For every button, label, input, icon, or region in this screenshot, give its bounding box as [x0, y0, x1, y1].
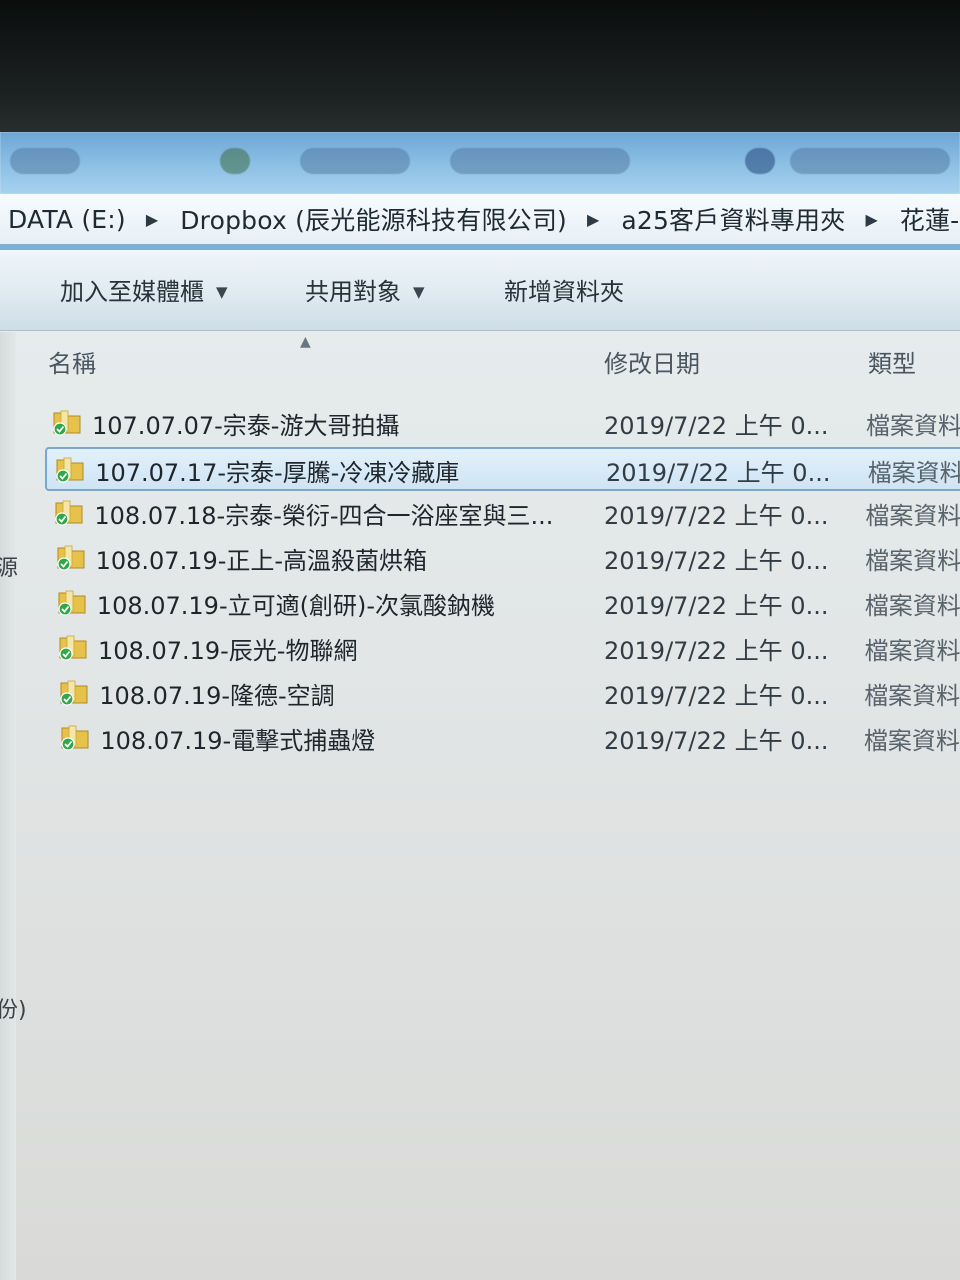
column-header-type[interactable]: 類型: [868, 344, 916, 379]
file-list: ▲ 名稱 修改日期 類型 107.07.07-宗泰-游大哥拍攝 2019/7/22…: [16, 332, 960, 1280]
title-bar: [0, 132, 960, 194]
dropbox-synced-folder-icon: [56, 457, 84, 483]
breadcrumb-chevron-right-icon[interactable]: ▶: [573, 210, 613, 229]
title-bar-blur: [10, 148, 80, 174]
navigation-pane-edge[interactable]: 源 份): [0, 332, 27, 1280]
title-bar-blur: [300, 148, 410, 174]
title-bar-blur: [450, 148, 630, 174]
new-folder-label: 新增資料夾: [504, 278, 624, 306]
dropbox-synced-folder-icon: [58, 590, 86, 616]
sort-ascending-icon: ▲: [300, 334, 311, 350]
share-with-button[interactable]: 共用對象 ▼: [305, 272, 425, 307]
file-type: 檔案資料: [865, 502, 960, 530]
file-date-modified: 2019/7/22 上午 0...: [603, 547, 829, 575]
dropbox-synced-folder-icon: [60, 680, 88, 706]
file-type: 檔案資料: [866, 412, 960, 440]
file-row[interactable]: 108.07.19-正上-高溫殺菌烘箱 2019/7/22 上午 0... 檔案資料: [48, 537, 960, 579]
file-name: 108.07.19-隆德-空調: [99, 682, 335, 710]
file-type: 檔案資料: [864, 637, 960, 665]
add-to-library-button[interactable]: 加入至媒體櫃 ▼: [60, 272, 228, 307]
command-bar: 加入至媒體櫃 ▼ 共用對象 ▼ 新增資料夾: [0, 250, 960, 331]
address-bar[interactable]: DATA (E:) ▶ Dropbox (辰光能源科技有限公司) ▶ a25客戶…: [0, 194, 960, 250]
breadcrumb-chevron-right-icon[interactable]: ▶: [132, 210, 172, 229]
file-date-modified: 2019/7/22 上午 0...: [603, 727, 829, 755]
file-name: 108.07.19-立可適(創研)-次氯酸鈉機: [96, 592, 495, 620]
file-explorer-window: DATA (E:) ▶ Dropbox (辰光能源科技有限公司) ▶ a25客戶…: [0, 132, 960, 1280]
column-header-name[interactable]: 名稱: [48, 344, 96, 379]
file-date-modified: 2019/7/22 上午 0...: [603, 592, 829, 620]
dropbox-synced-folder-icon: [61, 725, 89, 751]
file-type: 檔案資料: [864, 682, 960, 710]
column-header-date-modified[interactable]: 修改日期: [604, 344, 700, 379]
title-bar-blur: [790, 148, 950, 174]
share-with-label: 共用對象: [305, 278, 401, 306]
breadcrumb-client-folder[interactable]: a25客戶資料專用夾: [613, 201, 851, 237]
file-name: 107.07.17-宗泰-厚騰-冷凍冷藏庫: [95, 459, 460, 487]
dropbox-synced-folder-icon: [53, 410, 81, 436]
file-type: 檔案資料: [863, 727, 960, 755]
file-row[interactable]: 107.07.07-宗泰-游大哥拍攝 2019/7/22 上午 0... 檔案資料: [44, 402, 960, 444]
title-bar-blur: [220, 148, 250, 174]
new-folder-button[interactable]: 新增資料夾: [504, 272, 624, 307]
breadcrumb-chevron-right-icon[interactable]: ▶: [851, 210, 891, 229]
file-date-modified: 2019/7/22 上午 0...: [605, 459, 831, 487]
file-name: 108.07.19-電擊式捕蟲燈: [100, 727, 376, 755]
dropbox-synced-folder-icon: [55, 500, 83, 526]
file-row[interactable]: 108.07.18-宗泰-榮衍-四合一浴座室與三... 2019/7/22 上午 …: [46, 492, 960, 534]
monitor-bezel: [0, 0, 960, 140]
breadcrumb-dropbox[interactable]: Dropbox (辰光能源科技有限公司): [172, 201, 573, 237]
file-name: 108.07.18-宗泰-榮衍-四合一浴座室與三...: [94, 502, 554, 530]
file-name: 108.07.19-辰光-物聯網: [98, 637, 358, 665]
chevron-down-icon: ▼: [216, 283, 228, 301]
file-row[interactable]: 108.07.19-辰光-物聯網 2019/7/22 上午 0... 檔案資料: [50, 627, 960, 669]
file-type: 檔案資料: [864, 592, 960, 620]
file-date-modified: 2019/7/22 上午 0...: [604, 412, 829, 440]
file-name: 107.07.07-宗泰-游大哥拍攝: [92, 412, 400, 440]
breadcrumb-drive[interactable]: DATA (E:): [0, 205, 132, 234]
chevron-down-icon: ▼: [413, 283, 425, 301]
file-row[interactable]: 108.07.19-立可適(創研)-次氯酸鈉機 2019/7/22 上午 0...…: [49, 582, 960, 624]
dropbox-synced-folder-icon: [59, 635, 87, 661]
breadcrumb-current[interactable]: 花蓮-: [892, 201, 960, 237]
file-date-modified: 2019/7/22 上午 0...: [603, 502, 829, 530]
file-date-modified: 2019/7/22 上午 0...: [604, 637, 829, 665]
file-row[interactable]: 108.07.19-電擊式捕蟲燈 2019/7/22 上午 0... 檔案資料: [52, 717, 960, 759]
file-name: 108.07.19-正上-高溫殺菌烘箱: [95, 547, 428, 575]
file-row[interactable]: 107.07.17-宗泰-厚騰-冷凍冷藏庫 2019/7/22 上午 0... 檔案…: [45, 447, 960, 491]
file-type: 檔案資料: [865, 547, 960, 575]
file-date-modified: 2019/7/22 上午 0...: [603, 682, 829, 710]
title-bar-blur: [745, 148, 775, 174]
add-to-library-label: 加入至媒體櫃: [60, 278, 204, 306]
file-type: 檔案資料: [867, 459, 960, 487]
dropbox-synced-folder-icon: [56, 545, 85, 571]
file-row[interactable]: 108.07.19-隆德-空調 2019/7/22 上午 0... 檔案資料: [51, 672, 960, 714]
